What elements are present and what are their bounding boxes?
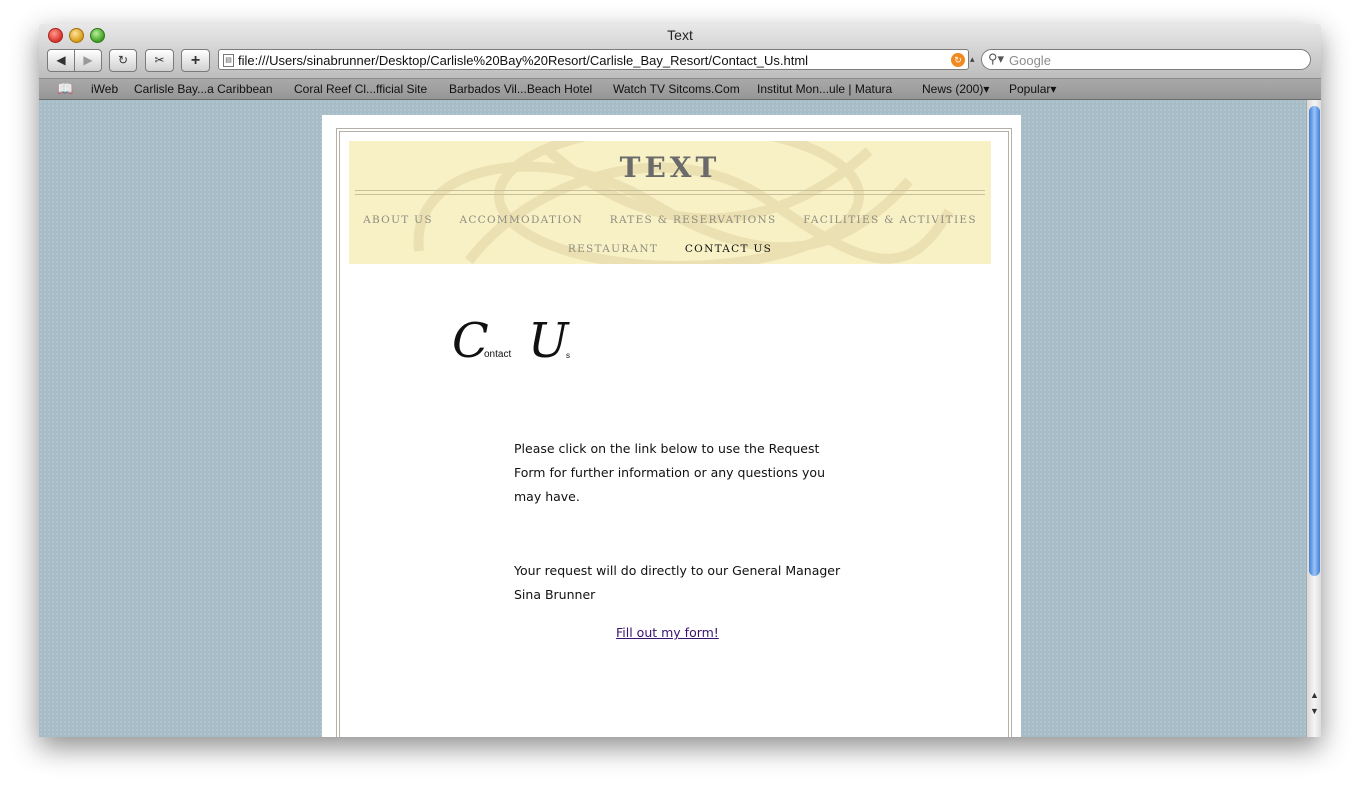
search-icon: ⚲▾ xyxy=(988,51,1005,66)
bookmark-coral-reef[interactable]: Coral Reef Cl...fficial Site xyxy=(294,82,427,96)
scissors-icon: ✂ xyxy=(154,53,165,67)
reload-button[interactable]: ↻ xyxy=(109,49,137,72)
plus-icon: + xyxy=(190,52,201,69)
page-icon: ▤ xyxy=(223,54,234,67)
browser-toolbar: Text ◀ ▶ ↻ ✂ + ▤ file:///Users/sinabrunn… xyxy=(39,24,1321,79)
nav-rates-reservations[interactable]: RATES & RESERVATIONS xyxy=(610,214,777,226)
bookmark-popular-folder[interactable]: Popular▾ xyxy=(1009,82,1056,96)
bookmark-carlisle-bay[interactable]: Carlisle Bay...a Caribbean xyxy=(134,82,273,96)
title-rule-bottom xyxy=(355,194,985,195)
reload-icon: ↻ xyxy=(117,53,129,67)
title-rule-top xyxy=(355,190,985,191)
back-button[interactable]: ◀ xyxy=(47,49,75,72)
search-placeholder: Google xyxy=(1009,53,1051,68)
nav-accommodation[interactable]: ACCOMMODATION xyxy=(459,214,583,226)
scrollbar-thumb[interactable] xyxy=(1309,106,1320,576)
bookmark-iweb[interactable]: iWeb xyxy=(91,82,118,96)
url-text: file:///Users/sinabrunner/Desktop/Carlis… xyxy=(238,53,809,68)
nav-facilities-activities[interactable]: FACILITIES & ACTIVITIES xyxy=(803,214,977,226)
fill-form-link[interactable]: Fill out my form! xyxy=(616,625,719,640)
bookmarks-bar: 📖 iWeb Carlisle Bay...a Caribbean Coral … xyxy=(39,79,1321,100)
bookmark-barbados[interactable]: Barbados Vil...Beach Hotel xyxy=(449,82,592,96)
bookmarks-book-icon[interactable]: 📖 xyxy=(57,81,73,97)
heading-s: s xyxy=(566,351,570,360)
web-content: TEXT ABOUT US ACCOMMODATION RATES & RESE… xyxy=(39,100,1306,737)
heading-letter-c: C xyxy=(452,313,489,369)
bookmark-watch-tv[interactable]: Watch TV Sitcoms.Com xyxy=(613,82,740,96)
heading-letter-u: U xyxy=(528,313,569,369)
forward-button[interactable]: ▶ xyxy=(74,49,102,72)
header-banner: TEXT ABOUT US ACCOMMODATION RATES & RESE… xyxy=(349,141,991,264)
site-title: TEXT xyxy=(619,151,721,184)
main-nav-row-1: ABOUT US ACCOMMODATION RATES & RESERVATI… xyxy=(349,214,991,226)
address-bar[interactable]: ▤ file:///Users/sinabrunner/Desktop/Carl… xyxy=(218,49,969,70)
nav-contact-us[interactable]: CONTACT US xyxy=(685,243,772,255)
back-arrow-icon: ◀ xyxy=(56,53,66,67)
scroll-up-arrow-icon[interactable]: ▲ xyxy=(1310,690,1319,700)
vertical-scrollbar[interactable]: ▲ ▼ xyxy=(1306,100,1321,737)
nav-restaurant[interactable]: RESTAURANT xyxy=(568,243,658,255)
page-container: TEXT ABOUT US ACCOMMODATION RATES & RESE… xyxy=(322,115,1021,737)
rss-icon[interactable]: ↻ xyxy=(951,53,965,67)
request-instructions: Please click on the link below to use th… xyxy=(514,441,825,504)
scroll-down-arrow-icon[interactable]: ▼ xyxy=(1310,706,1319,716)
add-bookmark-button[interactable]: + xyxy=(181,49,210,72)
browser-window: Text ◀ ▶ ↻ ✂ + ▤ file:///Users/sinabrunn… xyxy=(39,24,1321,737)
window-title: Text xyxy=(667,27,693,43)
forward-arrow-icon: ▶ xyxy=(83,53,93,67)
snapback-button[interactable]: ✂ xyxy=(145,49,174,72)
heading-ontact: ontact xyxy=(484,349,512,360)
url-dropdown-icon[interactable]: ▴ xyxy=(970,54,975,65)
nav-about-us[interactable]: ABOUT US xyxy=(363,214,433,226)
manager-note: Your request will do directly to our Gen… xyxy=(514,563,841,602)
bookmark-news-folder[interactable]: News (200)▾ xyxy=(922,82,989,96)
contact-us-heading: C ontact U s xyxy=(452,313,652,375)
search-field[interactable]: ⚲▾ Google xyxy=(981,49,1311,70)
main-nav-row-2: RESTAURANT CONTACT US xyxy=(349,243,991,255)
bookmark-institut[interactable]: Institut Mon...ule | Matura xyxy=(757,82,892,96)
